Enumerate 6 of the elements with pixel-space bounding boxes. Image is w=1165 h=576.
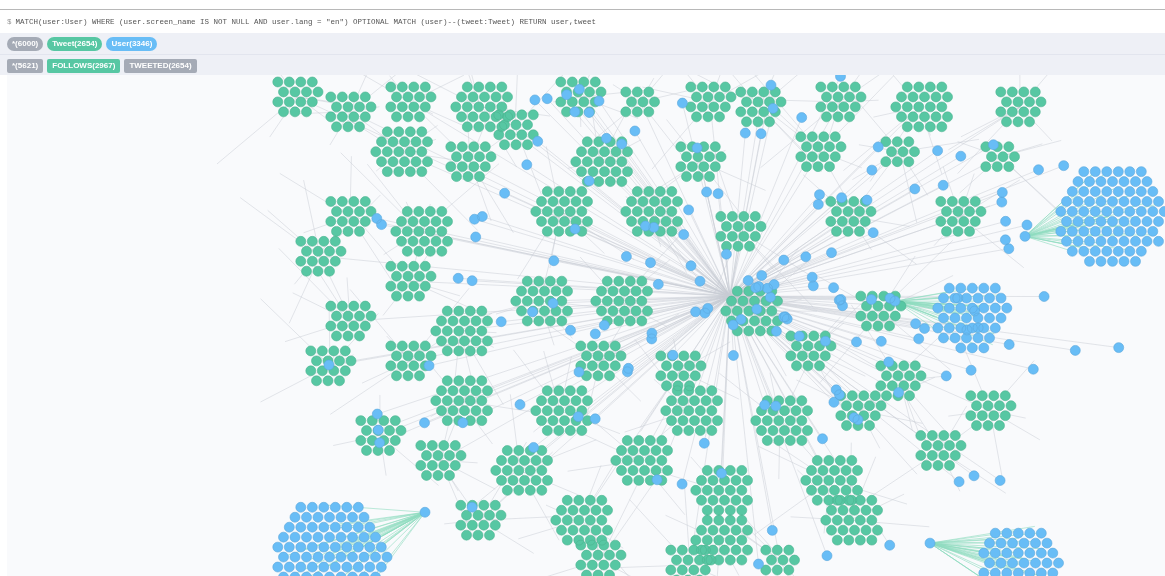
relationship-type-tag[interactable]: TWEETED(2654) — [124, 59, 197, 73]
node-label-tag[interactable]: *(6000) — [7, 37, 44, 51]
node-label-tag[interactable]: User(3346) — [106, 37, 158, 51]
relationship-type-tag[interactable]: FOLLOWS(2967) — [47, 59, 121, 73]
node-label-tag[interactable]: Tweet(2654) — [47, 37, 103, 51]
relationship-type-tag[interactable]: *(5621) — [7, 59, 44, 73]
